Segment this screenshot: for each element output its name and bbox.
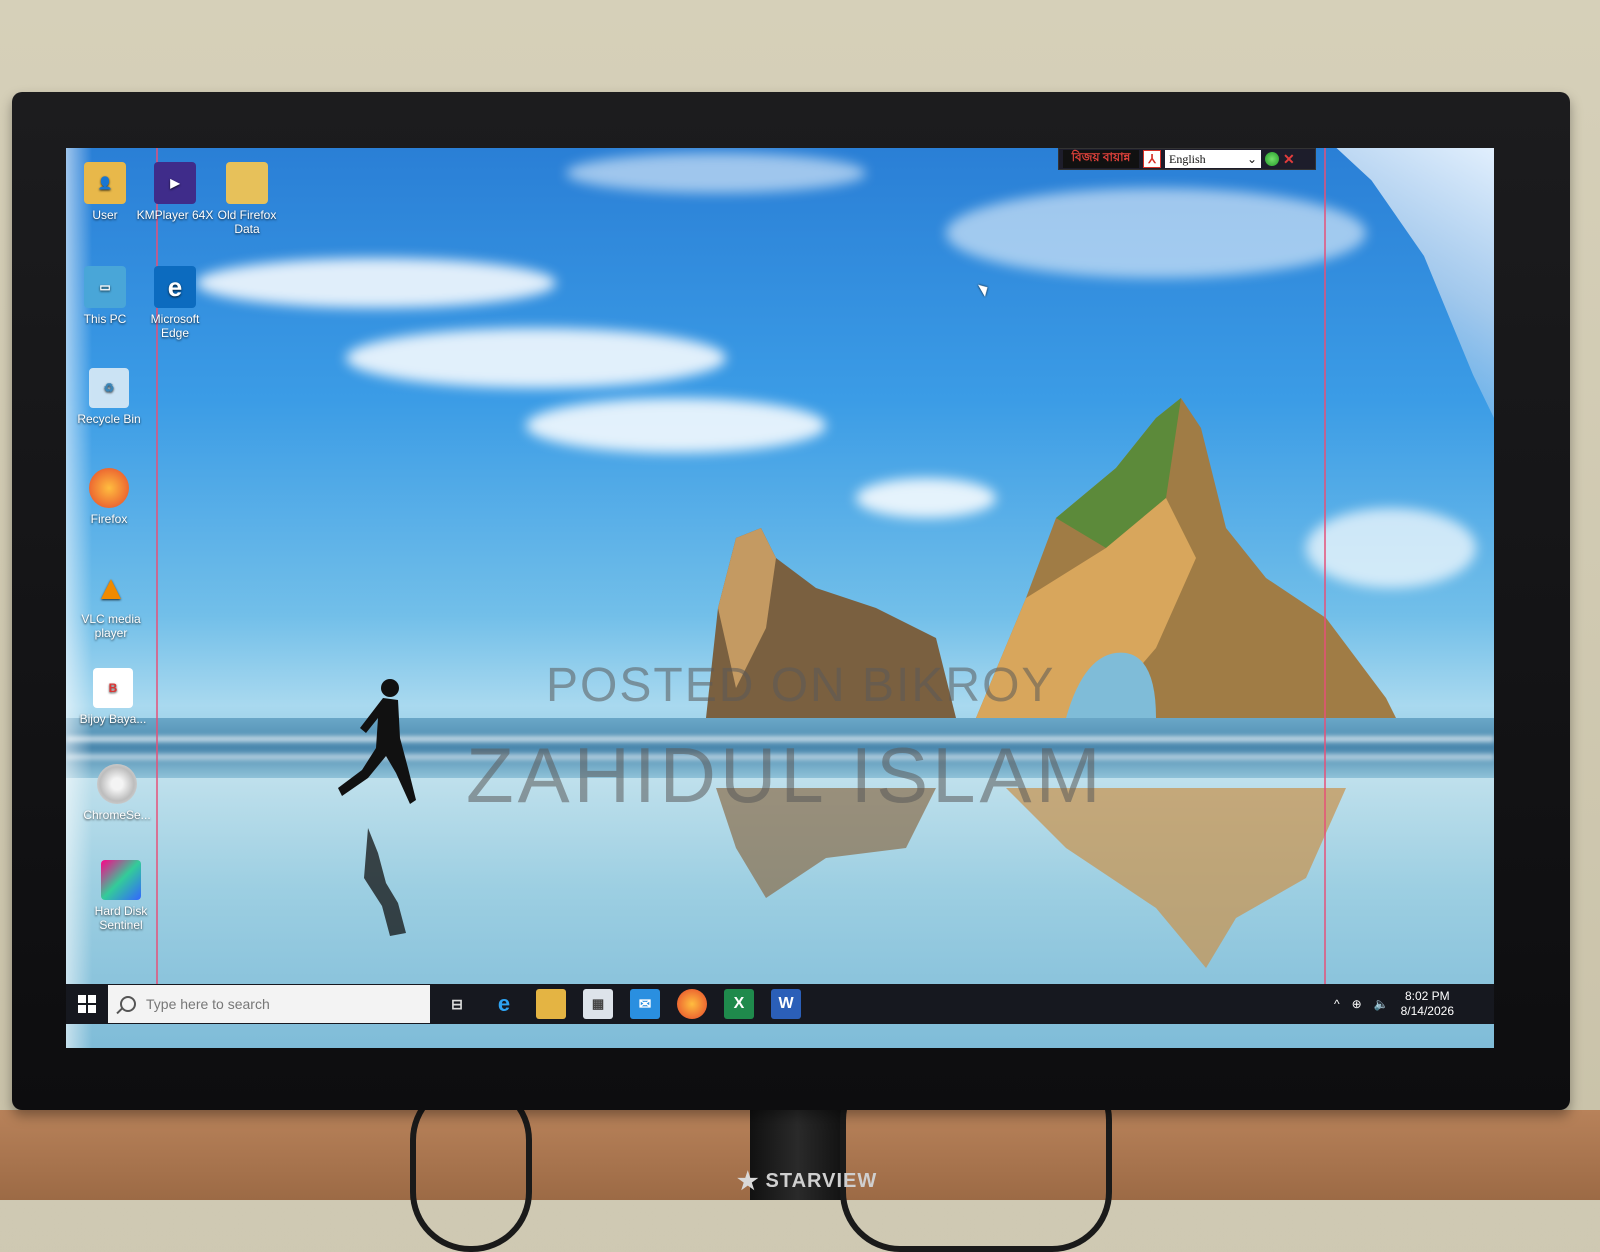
status-dot-icon[interactable]: [1265, 152, 1279, 166]
folder-icon: [226, 162, 268, 204]
language-bar: বিজয় বায়ান্ন ⅄ English ⌄ ✕: [1058, 148, 1316, 170]
windows-icon: [78, 995, 96, 1013]
word-icon[interactable]: W: [771, 989, 801, 1019]
clock[interactable]: 8:02 PM 8/14/2026: [1401, 989, 1454, 1019]
desktop-icon-kmplayer[interactable]: ▶ KMPlayer 64X: [136, 162, 214, 222]
runner-silhouette: [338, 679, 416, 936]
globe-icon[interactable]: ⊕: [1352, 997, 1362, 1011]
monitor-brand: ★ STARVIEW: [737, 1167, 878, 1195]
hard-disk-sentinel-icon: [101, 860, 141, 900]
desktop-icon-bijoy[interactable]: B Bijoy Baya...: [74, 668, 152, 726]
desktop-icon-vlc[interactable]: ▲ VLC media player: [72, 568, 150, 640]
volume-muted-icon[interactable]: 🔈: [1374, 997, 1389, 1011]
cloud: [196, 258, 556, 308]
watermark-line-2: ZAHIDUL ISLAM: [466, 731, 1105, 819]
desktop-icon-hard-disk-sentinel[interactable]: Hard Disk Sentinel: [82, 860, 160, 932]
desktop-icon-this-pc[interactable]: ▭ This PC: [66, 266, 144, 326]
bijoy-icon: B: [93, 668, 133, 708]
chevron-down-icon: ⌄: [1246, 151, 1257, 166]
desktop-icon-user[interactable]: 👤 User: [66, 162, 144, 222]
clock-time: 8:02 PM: [1404, 989, 1450, 1003]
vlc-icon: ▲: [94, 569, 128, 607]
recycle-bin-icon: ♻: [89, 368, 129, 408]
search-placeholder: Type here to search: [146, 996, 270, 1012]
user-folder-icon: 👤: [84, 162, 126, 204]
this-pc-icon: ▭: [84, 266, 126, 308]
mail-icon[interactable]: ✉: [630, 989, 660, 1019]
desktop-icon-chromesetup[interactable]: ChromeSe...: [78, 764, 156, 822]
excel-icon[interactable]: X: [724, 989, 754, 1019]
taskbar: Type here to search ⊟ e ▦ ✉ X W ^ ⊕ 🔈 8:…: [66, 984, 1494, 1024]
edge-icon[interactable]: e: [489, 989, 519, 1019]
edge-icon: e: [154, 266, 196, 308]
desktop-icon-old-firefox-data[interactable]: Old Firefox Data: [208, 162, 286, 236]
cd-icon: [97, 764, 137, 804]
start-button[interactable]: [66, 984, 108, 1024]
star-icon: ★: [737, 1167, 760, 1195]
firefox-icon[interactable]: [677, 989, 707, 1019]
cloud: [526, 398, 826, 453]
chevron-up-icon[interactable]: ^: [1334, 997, 1340, 1011]
search-box[interactable]: Type here to search: [108, 985, 430, 1023]
firefox-icon: [89, 468, 129, 508]
screen-protector-peel: [1336, 148, 1494, 418]
pinned-apps: ⊟ e ▦ ✉ X W: [442, 989, 801, 1019]
desktop-icon-firefox[interactable]: Firefox: [70, 468, 148, 526]
cloud: [566, 153, 866, 193]
screen-artifact-line: [1324, 148, 1326, 984]
file-explorer-icon[interactable]: [536, 989, 566, 1019]
pdf-icon[interactable]: ⅄: [1143, 150, 1161, 168]
desktop-screen: 👤 User ▶ KMPlayer 64X Old Firefox Data ▭…: [66, 148, 1494, 1048]
language-select[interactable]: English ⌄: [1165, 150, 1261, 168]
close-icon[interactable]: ✕: [1283, 151, 1295, 168]
task-view-icon[interactable]: ⊟: [442, 989, 472, 1019]
mouse-cursor: [977, 281, 992, 297]
desktop-icon-edge[interactable]: e Microsoft Edge: [136, 266, 214, 340]
desktop-icon-recycle-bin[interactable]: ♻ Recycle Bin: [70, 368, 148, 426]
cloud: [346, 328, 726, 388]
store-icon[interactable]: ▦: [583, 989, 613, 1019]
clock-date: 8/14/2026: [1400, 1004, 1454, 1018]
cloud: [946, 188, 1366, 278]
watermark-line-1: POSTED ON BIKROY: [546, 659, 1056, 712]
bijoy-logo[interactable]: বিজয় বায়ান্ন: [1063, 150, 1139, 168]
search-icon: [120, 996, 136, 1012]
kmplayer-icon: ▶: [154, 162, 196, 204]
system-tray: ^ ⊕ 🔈 8:02 PM 8/14/2026: [1334, 984, 1454, 1024]
